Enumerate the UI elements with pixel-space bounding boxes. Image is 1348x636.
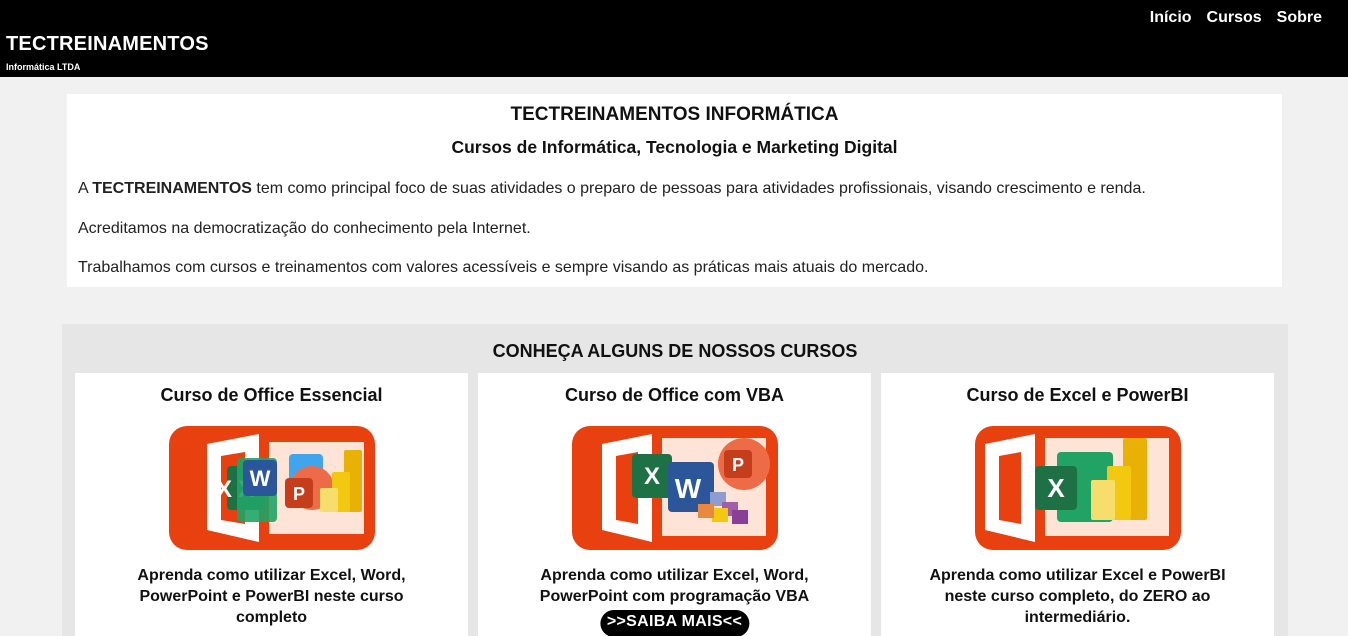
excel-powerbi-logo[interactable]: X bbox=[974, 426, 1181, 550]
intro-p1-rest: tem como principal foco de suas atividad… bbox=[251, 180, 1146, 197]
intro-p1-prefix: A bbox=[78, 180, 93, 197]
svg-text:X: X bbox=[215, 476, 231, 503]
top-navigation-bar: TECTREINAMENTOS Informática LTDA Início … bbox=[0, 0, 1348, 77]
svg-text:X: X bbox=[1047, 473, 1065, 503]
intro-paragraph-3: Trabalhamos com cursos e treinamentos co… bbox=[78, 259, 929, 276]
office-vba-logo[interactable]: P X W bbox=[571, 426, 778, 550]
courses-section: CONHEÇA ALGUNS DE NOSSOS CURSOS Curso de… bbox=[62, 324, 1288, 636]
saiba-mais-button[interactable]: >>SAIBA MAIS<< bbox=[599, 610, 750, 636]
svg-text:W: W bbox=[674, 473, 701, 504]
intro-p1-brand: TECTREINAMENTOS bbox=[92, 180, 252, 197]
svg-text:P: P bbox=[292, 484, 304, 504]
course-card-title: Curso de Office Essencial bbox=[160, 385, 383, 405]
course-card-description: Aprenda como utilizar Excel, Word, Power… bbox=[539, 567, 810, 605]
intro-title: TECTREINAMENTOS INFORMÁTICA bbox=[510, 104, 839, 125]
svg-text:P: P bbox=[731, 455, 743, 475]
intro-paragraph-1: A TECTREINAMENTOS tem como principal foc… bbox=[78, 180, 1146, 198]
nav-link-sobre[interactable]: Sobre bbox=[1277, 9, 1322, 27]
main-nav: Início Cursos Sobre bbox=[1150, 9, 1322, 27]
course-card-title: Curso de Excel e PowerBI bbox=[966, 385, 1189, 405]
office-essencial-logo[interactable]: X W X P bbox=[168, 426, 375, 550]
courses-section-title: CONHEÇA ALGUNS DE NOSSOS CURSOS bbox=[492, 341, 858, 361]
course-card-description: Aprenda como utilizar Excel, Word, Power… bbox=[137, 567, 406, 626]
intro-paragraph-2: Acreditamos na democratização do conheci… bbox=[78, 220, 531, 237]
course-card-office-essencial: Curso de Office Essencial X W X P bbox=[75, 373, 468, 636]
brand-subtitle: Informática LTDA bbox=[6, 62, 81, 72]
brand-name[interactable]: TECTREINAMENTOS bbox=[6, 33, 209, 56]
course-card-description: Aprenda como utilizar Excel e PowerBI ne… bbox=[929, 567, 1226, 626]
svg-text:X: X bbox=[643, 463, 659, 490]
course-card-excel-powerbi: Curso de Excel e PowerBI X Aprenda como … bbox=[881, 373, 1274, 636]
intro-section: TECTREINAMENTOS INFORMÁTICA Cursos de In… bbox=[67, 94, 1282, 287]
nav-link-inicio[interactable]: Início bbox=[1150, 9, 1192, 27]
course-card-office-vba: Curso de Office com VBA P X W Aprenda co… bbox=[478, 373, 871, 636]
nav-link-cursos[interactable]: Cursos bbox=[1207, 9, 1262, 27]
intro-subtitle: Cursos de Informática, Tecnologia e Mark… bbox=[451, 137, 898, 157]
svg-text:W: W bbox=[249, 466, 270, 491]
course-card-title: Curso de Office com VBA bbox=[564, 385, 785, 405]
